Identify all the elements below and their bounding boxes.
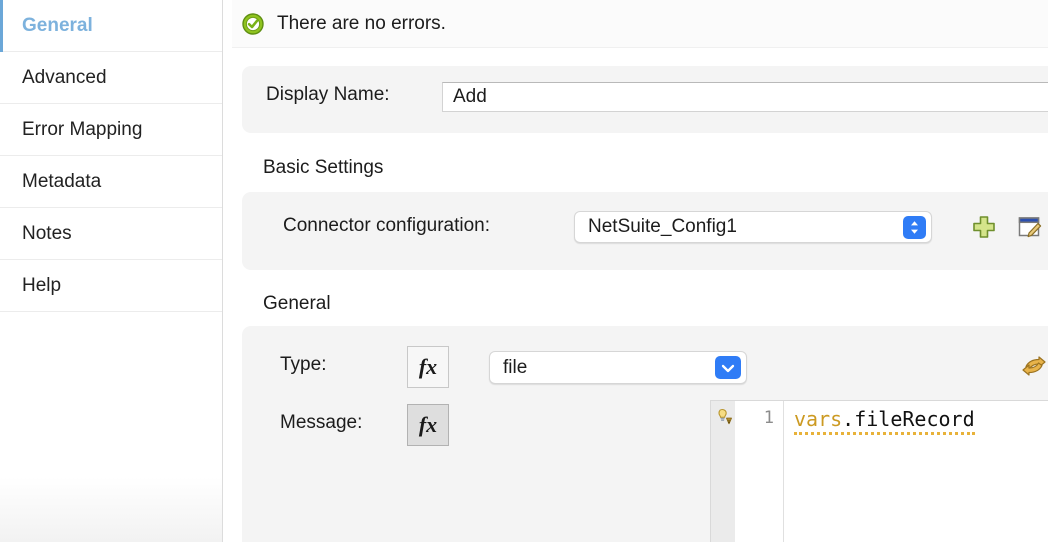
type-expression-toggle-button[interactable]: fx: [407, 346, 449, 388]
sidebar-item-advanced[interactable]: Advanced: [0, 52, 222, 104]
editor-line-numbers: 1: [735, 401, 784, 542]
basic-settings-group: Connector configuration: NetSuite_Config…: [242, 192, 1048, 270]
fx-icon: fx: [419, 354, 437, 380]
general-heading: General: [263, 293, 331, 315]
code-token-vars: vars: [794, 407, 842, 431]
status-message: There are no errors.: [277, 13, 446, 35]
sidebar-item-metadata[interactable]: Metadata: [0, 156, 222, 208]
plus-green-icon: [970, 213, 998, 241]
type-value: file: [503, 357, 527, 379]
status-bar: There are no errors.: [232, 0, 1048, 48]
chevron-down-icon[interactable]: [715, 356, 741, 379]
edit-configuration-button[interactable]: [1014, 211, 1046, 243]
code-token-property: .fileRecord: [842, 407, 974, 431]
basic-settings-heading: Basic Settings: [263, 157, 383, 179]
sidebar-item-label: Advanced: [22, 67, 107, 88]
sidebar-item-label: Notes: [22, 223, 72, 244]
display-name-label: Display Name:: [266, 84, 390, 106]
message-expression-toggle-button[interactable]: fx: [407, 404, 449, 446]
display-name-input[interactable]: Add: [442, 82, 1048, 112]
display-name-group: Display Name: Add: [242, 66, 1048, 133]
properties-panel: General Advanced Error Mapping Metadata …: [0, 0, 1048, 542]
sidebar-item-label: Help: [22, 275, 61, 296]
sidebar-item-label: Error Mapping: [22, 119, 142, 140]
sidebar-item-help[interactable]: Help: [0, 260, 222, 312]
editor-gutter[interactable]: [711, 401, 735, 542]
type-select[interactable]: file: [489, 351, 747, 384]
refresh-arrows-icon: [1019, 351, 1048, 381]
display-name-row: Display Name:: [266, 84, 390, 106]
lightbulb-warning-icon[interactable]: [712, 407, 734, 429]
check-circle-green-icon: [242, 13, 264, 35]
editor-code-content[interactable]: vars.fileRecord: [784, 401, 1048, 542]
fx-icon: fx: [419, 412, 437, 438]
type-label: Type:: [280, 354, 326, 376]
add-configuration-button[interactable]: [968, 211, 1000, 243]
line-number: 1: [764, 408, 774, 428]
edit-pencil-icon: [1016, 213, 1044, 241]
connector-configuration-select[interactable]: NetSuite_Config1: [574, 211, 932, 243]
sidebar: General Advanced Error Mapping Metadata …: [0, 0, 223, 542]
sidebar-item-label: General: [22, 15, 93, 36]
sidebar-item-notes[interactable]: Notes: [0, 208, 222, 260]
sidebar-item-general[interactable]: General: [0, 0, 222, 52]
code-expression: vars.fileRecord: [794, 407, 975, 435]
stepper-updown-icon[interactable]: [903, 216, 926, 239]
connector-configuration-label: Connector configuration:: [283, 215, 490, 237]
sidebar-item-label: Metadata: [22, 171, 101, 192]
content-area: There are no errors. Display Name: Add B…: [232, 0, 1048, 542]
message-label: Message:: [280, 412, 362, 434]
message-code-editor[interactable]: 1 vars.fileRecord: [710, 400, 1048, 542]
sidebar-item-error-mapping[interactable]: Error Mapping: [0, 104, 222, 156]
display-name-value: Add: [453, 86, 487, 108]
refresh-metadata-button[interactable]: [1018, 350, 1048, 382]
connector-configuration-value: NetSuite_Config1: [588, 216, 737, 238]
